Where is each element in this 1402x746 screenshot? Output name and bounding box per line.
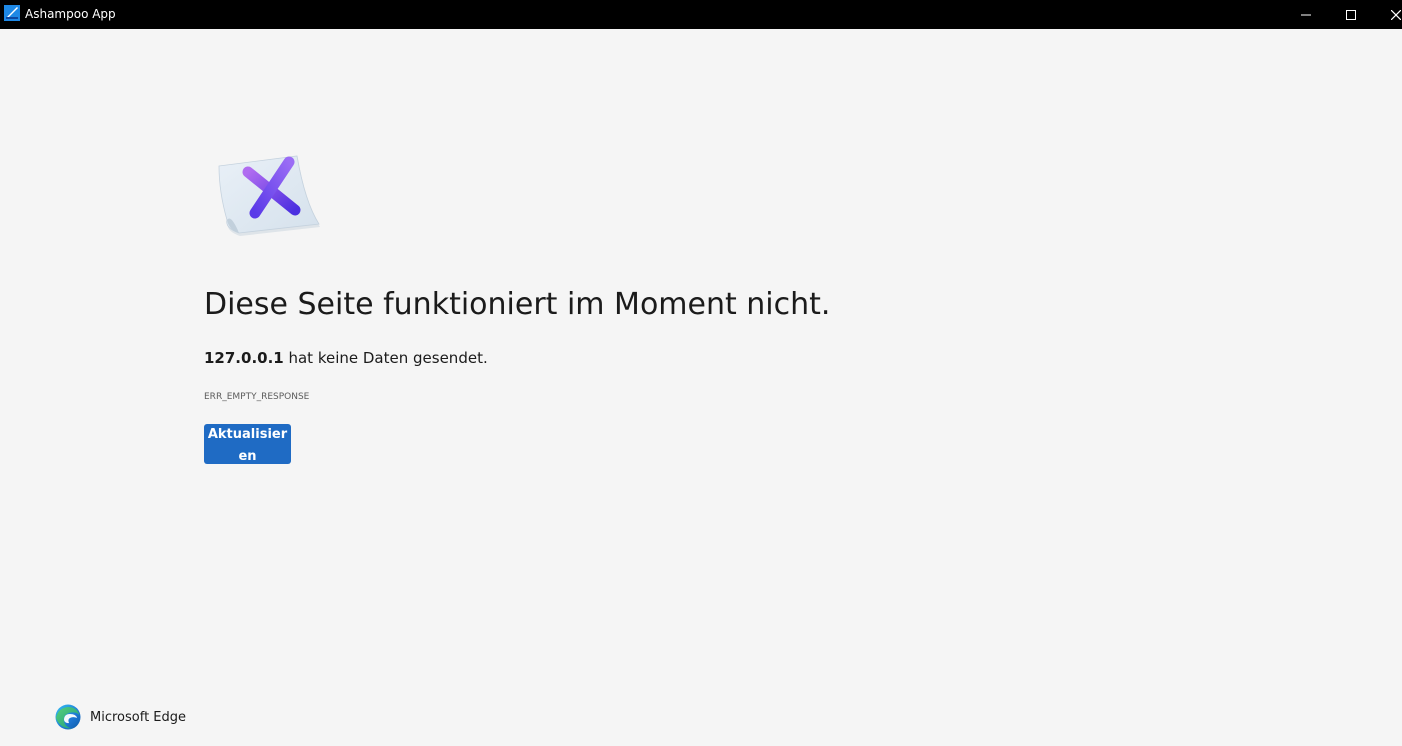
browser-branding: Microsoft Edge [55,704,186,730]
ashampoo-app-icon [4,5,20,21]
close-icon [1391,9,1401,20]
window-title: Ashampoo App [25,7,116,21]
error-x-icon [218,155,320,236]
reload-button[interactable]: Aktualisieren [204,424,291,464]
close-button[interactable] [1373,0,1402,29]
browser-name: Microsoft Edge [90,709,187,725]
error-message-text: hat keine Daten gesendet. [283,349,488,367]
error-message: 127.0.0.1 hat keine Daten gesendet. [204,347,488,369]
error-code: ERR_EMPTY_RESPONSE [204,392,310,402]
minimize-icon [1301,14,1311,15]
maximize-button[interactable] [1328,0,1374,29]
edge-logo-icon [55,704,81,730]
window-titlebar: Ashampoo App [0,0,1402,29]
minimize-button[interactable] [1283,0,1329,29]
error-host: 127.0.0.1 [204,349,284,367]
maximize-icon [1346,9,1356,20]
error-heading: Diese Seite funktioniert im Moment nicht… [204,287,831,322]
browser-content: Diese Seite funktioniert im Moment nicht… [0,29,1402,746]
